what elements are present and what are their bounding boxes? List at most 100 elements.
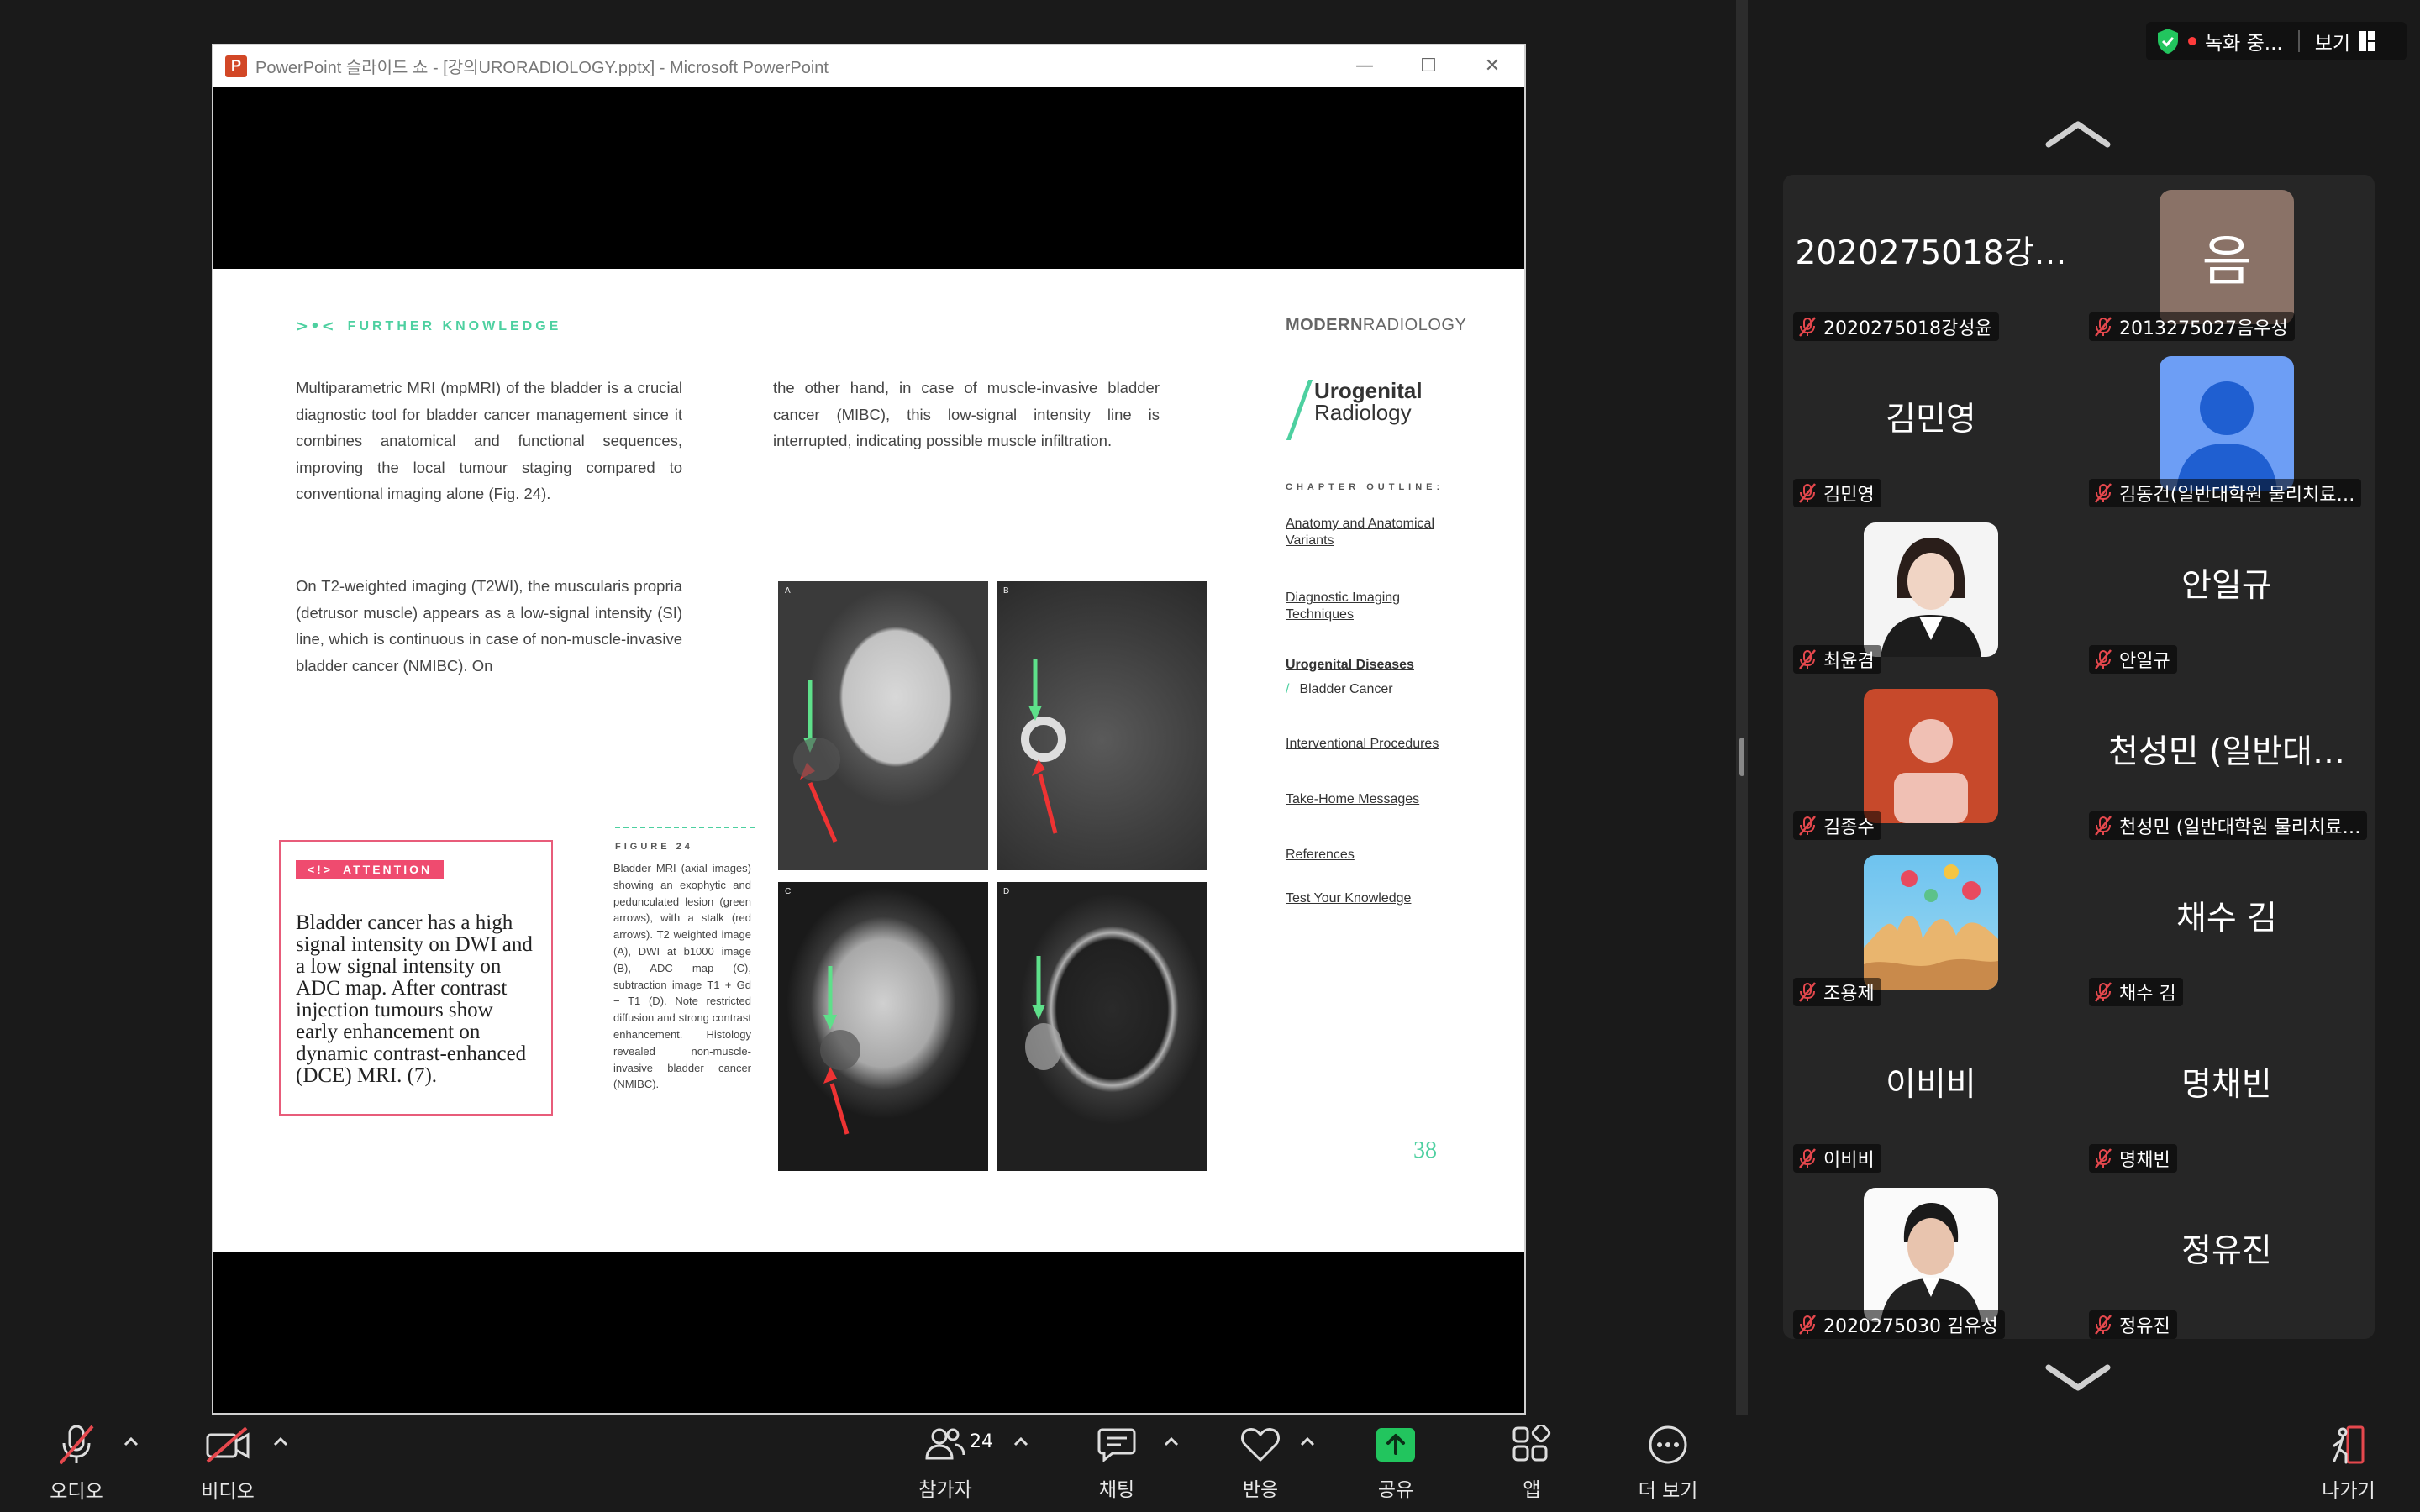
leave-label: 나가기 [2322, 1480, 2375, 1502]
panel-divider[interactable] [1736, 0, 1748, 1415]
participant-tile[interactable]: 김동건(일반대학원 물리치료… [2079, 341, 2375, 507]
avatar-photo [1864, 855, 1998, 990]
avatar-photo [1864, 1188, 1998, 1322]
apps-icon [1512, 1425, 1551, 1462]
participant-name: 채수 김 [2119, 984, 2176, 1005]
participant-tile[interactable]: 2020275030 김유성 [1783, 1173, 2079, 1339]
participant-name: 김민영 [1823, 485, 1875, 506]
meeting-status-bar: 녹화 중... 보기 [2146, 22, 2407, 60]
video-button[interactable]: 비디오 [190, 1415, 266, 1512]
outline-item-imaging[interactable]: Diagnostic Imaging Techniques [1286, 590, 1462, 623]
chevron-up-icon[interactable] [1011, 1431, 1031, 1452]
microphone-muted-icon [2095, 1148, 2112, 1168]
participants-icon [925, 1428, 965, 1460]
participant-name: 안일규 [2119, 651, 2170, 672]
outline-item-references[interactable]: References [1286, 847, 1462, 864]
mri-arrows-d [1025, 956, 1062, 1070]
microphone-muted-icon [2095, 483, 2112, 503]
layout-icon[interactable] [2359, 31, 2377, 51]
outline-item-diseases[interactable]: Urogenital Diseases [1286, 657, 1462, 674]
participants-button[interactable]: 참가자 [908, 1415, 983, 1512]
participant-name-tag: 이비비 [1793, 1144, 1881, 1173]
section-label: FURTHER KNOWLEDGE [347, 318, 562, 333]
participant-name-tag: 2020275018강성윤 [1793, 312, 1999, 341]
participant-name-display: 채수 김 [2175, 900, 2278, 937]
participant-name-display: 명채빈 [2181, 1066, 2272, 1104]
chat-button[interactable]: 채팅 [1079, 1415, 1155, 1512]
figure-caption: Bladder MRI (axial images) showing an ex… [613, 862, 751, 1091]
figure-divider [615, 827, 755, 828]
chevron-up-icon[interactable] [2044, 118, 2112, 151]
mri-panel-d: D [997, 882, 1207, 1171]
outline-item-interventional[interactable]: Interventional Procedures [1286, 736, 1462, 753]
resize-handle[interactable] [1739, 738, 1744, 776]
participant-name: 명채빈 [2119, 1150, 2170, 1171]
audio-button[interactable]: 오디오 [39, 1415, 114, 1512]
microphone-muted-icon [2095, 317, 2112, 337]
participant-tile[interactable]: 천성민 (일반대… 천성민 (일반대학원 물리치료… [2079, 674, 2375, 840]
window-controls: — ☐ ✕ [1333, 45, 1524, 87]
minimize-button[interactable]: — [1333, 45, 1397, 87]
participant-tile[interactable]: 채수 김 채수 김 [2079, 840, 2375, 1006]
avatar: 음 [2160, 190, 2294, 324]
chevron-up-icon[interactable] [271, 1431, 291, 1452]
participant-name: 김종수 [1823, 817, 1875, 838]
participant-tile[interactable]: 김종수 [1783, 674, 2079, 840]
shield-check-icon[interactable] [2156, 28, 2180, 55]
recording-status[interactable]: 녹화 중... [2205, 27, 2283, 55]
body-paragraph-3: On T2-weighted imaging (T2WI), the muscu… [296, 577, 682, 675]
leave-button[interactable]: 나가기 [2311, 1415, 2386, 1512]
participant-name-display: 이비비 [1886, 1066, 1976, 1104]
microphone-muted-icon [1799, 982, 1816, 1002]
participant-name-tag: 명채빈 [2089, 1144, 2177, 1173]
participant-name: 최윤겸 [1823, 651, 1875, 672]
reactions-button[interactable]: 반응 [1223, 1415, 1298, 1512]
participant-tile[interactable]: 음 2013275027음우성 [2079, 175, 2375, 341]
person-icon [2176, 381, 2277, 491]
leave-door-icon [2333, 1425, 2365, 1464]
participant-name-tag: 천성민 (일반대학원 물리치료… [2089, 811, 2368, 840]
participant-tile[interactable]: 정유진 정유진 [2079, 1173, 2375, 1339]
participant-tile[interactable]: 이비비 이비비 [1783, 1006, 2079, 1173]
slash-icon [1286, 380, 1314, 438]
chevron-up-icon[interactable] [1161, 1431, 1181, 1452]
outline-item-anatomy[interactable]: Anatomy and Anatomical Variants [1286, 516, 1462, 549]
participant-tile[interactable]: 조용제 [1783, 840, 2079, 1006]
more-button[interactable]: 더 보기 [1630, 1415, 1706, 1512]
share-button[interactable]: 공유 [1358, 1415, 1434, 1512]
close-button[interactable]: ✕ [1460, 45, 1524, 87]
reactions-label: 반응 [1242, 1479, 1279, 1501]
person-photo-icon [1881, 538, 1981, 657]
mri-arrows-b [1021, 659, 1066, 834]
participant-name-tag: 안일규 [2089, 645, 2177, 674]
ppt-window-title: PowerPoint 슬라이드 쇼 - [강의URORADIOLOGY.pptx… [255, 59, 829, 77]
chevron-up-icon[interactable] [1297, 1431, 1318, 1452]
share-label: 공유 [1377, 1479, 1414, 1501]
participant-name-display: 정유진 [2181, 1232, 2272, 1270]
page-number: 38 [1413, 1137, 1437, 1163]
participant-name-display: 안일규 [2181, 567, 2272, 605]
maximize-button[interactable]: ☐ [1397, 45, 1460, 87]
microphone-muted-icon [2095, 816, 2112, 836]
participant-name: 이비비 [1823, 1150, 1875, 1171]
outline-item-test[interactable]: Test Your Knowledge [1286, 890, 1462, 907]
microphone-muted-icon [1799, 483, 1816, 503]
participant-tile[interactable]: 2020275018강… 2020275018강성윤 [1783, 175, 2079, 341]
attention-text: Bladder cancer has a high signal intensi… [296, 911, 533, 1087]
chevron-up-icon[interactable] [121, 1431, 141, 1452]
avatar [1864, 689, 1998, 823]
chevron-down-icon[interactable] [2044, 1361, 2112, 1394]
apps-button[interactable]: 앱 [1494, 1415, 1570, 1512]
separator [2297, 30, 2300, 52]
participant-tile[interactable]: 안일규 안일규 [2079, 507, 2375, 674]
chapter-title: Urogenital Radiology [1286, 380, 1423, 438]
participant-name-display: 천성민 (일반대… [2108, 733, 2345, 771]
participant-name: 2020275018강성윤 [1823, 318, 1992, 339]
participant-tile[interactable]: 명채빈 명채빈 [2079, 1006, 2375, 1173]
participant-tile[interactable]: 김민영 김민영 [1783, 341, 2079, 507]
recording-dot-icon [2188, 37, 2196, 45]
participant-tile[interactable]: 최윤겸 [1783, 507, 2079, 674]
outline-item-take-home[interactable]: Take-Home Messages [1286, 791, 1462, 808]
view-button[interactable]: 보기 [2315, 27, 2350, 55]
outline-subitem-bladder-cancer[interactable]: / Bladder Cancer [1286, 682, 1393, 697]
